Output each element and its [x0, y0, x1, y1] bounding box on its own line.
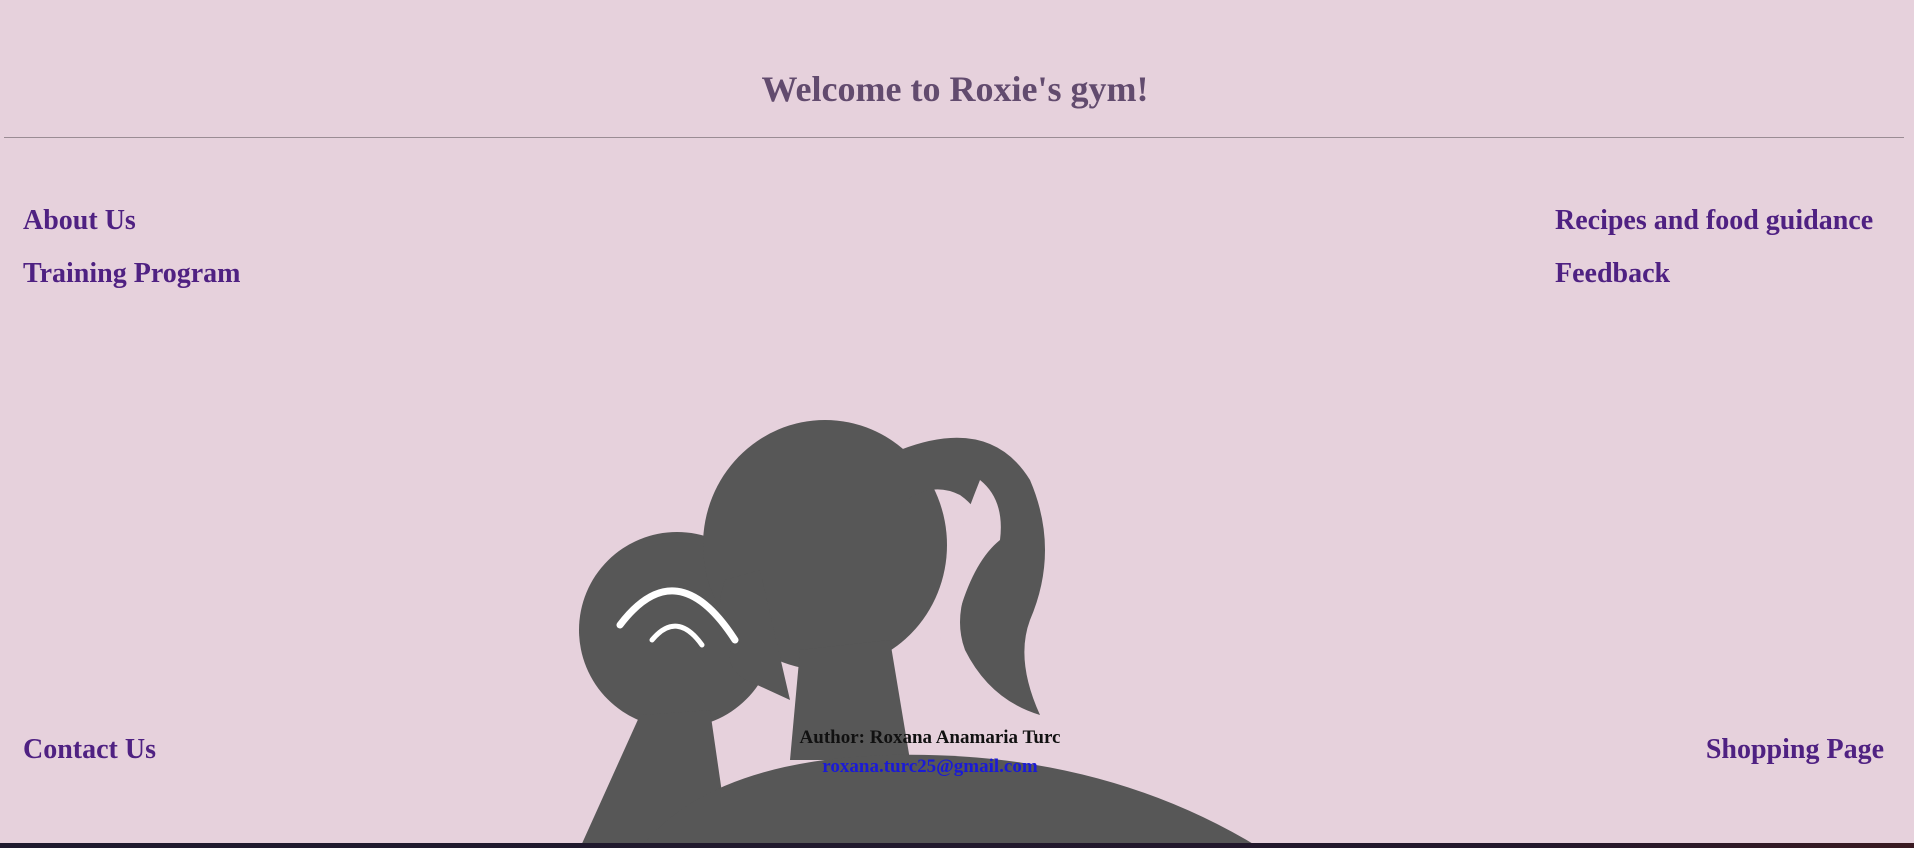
- nav-link-feedback[interactable]: Feedback: [1555, 257, 1670, 291]
- nav-link-training-program[interactable]: Training Program: [23, 257, 241, 291]
- header-divider: [4, 137, 1904, 138]
- footer: Author: Roxana Anamaria Turc roxana.turc…: [730, 724, 1130, 782]
- author-text: Author: Roxana Anamaria Turc: [799, 727, 1061, 748]
- nav-link-recipes[interactable]: Recipes and food guidance: [1555, 204, 1873, 238]
- page: Welcome to Roxie's gym! About Us Trainin…: [0, 0, 1914, 848]
- nav-link-about-us[interactable]: About Us: [23, 204, 136, 238]
- nav-link-contact-us[interactable]: Contact Us: [23, 733, 156, 767]
- gym-woman-silhouette-image: [579, 420, 1260, 848]
- author-email-link[interactable]: roxana.turc25@gmail.com: [822, 756, 1037, 777]
- nav-link-shopping-page[interactable]: Shopping Page: [1706, 733, 1884, 767]
- bottom-bar: [0, 843, 1914, 848]
- page-title: Welcome to Roxie's gym!: [761, 69, 1149, 109]
